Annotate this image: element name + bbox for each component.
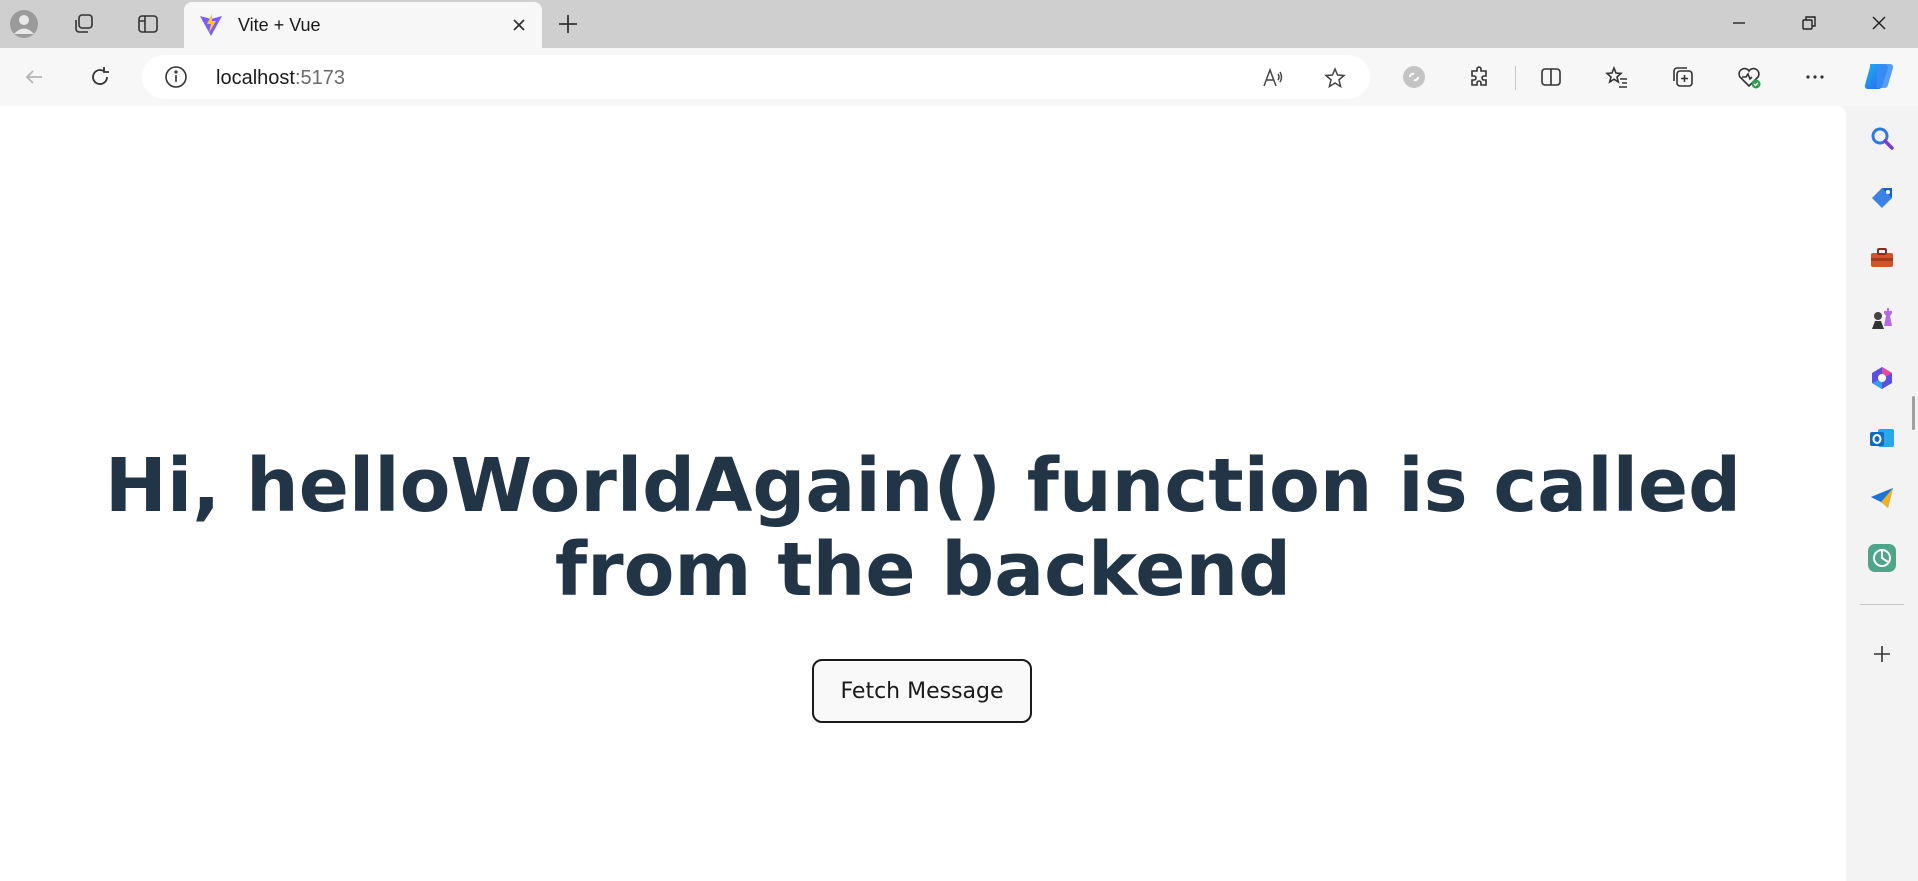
tab-bar: Vite + Vue bbox=[0, 0, 1918, 48]
split-screen-icon[interactable] bbox=[1531, 57, 1571, 97]
address-bar[interactable]: localhost:5173 bbox=[142, 55, 1370, 99]
address-url[interactable]: localhost:5173 bbox=[216, 67, 345, 90]
add-icon[interactable] bbox=[1864, 636, 1900, 672]
extensions-icon[interactable] bbox=[1460, 57, 1500, 97]
scrollbar-indicator[interactable] bbox=[1912, 396, 1915, 430]
favorites-icon[interactable] bbox=[1597, 57, 1637, 97]
vite-favicon-icon bbox=[200, 14, 222, 36]
tab-title: Vite + Vue bbox=[238, 15, 321, 35]
url-host: localhost bbox=[216, 67, 295, 89]
tools-icon[interactable] bbox=[1864, 240, 1900, 276]
sidebar-separator bbox=[1860, 604, 1904, 605]
page-heading: Hi, helloWorldAgain() function is called… bbox=[104, 443, 1742, 613]
info-icon[interactable] bbox=[164, 65, 188, 89]
page-viewport: Hi, helloWorldAgain() function is called… bbox=[0, 106, 1846, 881]
favorite-star-icon[interactable] bbox=[1318, 61, 1352, 95]
url-port: :5173 bbox=[294, 67, 345, 89]
telegram-icon[interactable] bbox=[1864, 480, 1900, 516]
browser-essentials-icon[interactable] bbox=[1729, 57, 1769, 97]
new-tab-icon[interactable] bbox=[550, 6, 586, 42]
fetch-message-button[interactable]: Fetch Message bbox=[812, 659, 1032, 723]
browser-toolbar: localhost:5173 bbox=[0, 48, 1918, 106]
shopping-icon[interactable] bbox=[1864, 180, 1900, 216]
restore-icon[interactable] bbox=[1774, 0, 1844, 46]
read-aloud-icon[interactable] bbox=[1256, 61, 1290, 95]
toolbar-separator bbox=[1515, 66, 1516, 90]
back-icon[interactable] bbox=[14, 57, 54, 97]
copilot-icon[interactable] bbox=[1860, 56, 1900, 96]
search-icon[interactable] bbox=[1864, 120, 1900, 156]
chatgpt-icon[interactable] bbox=[1864, 540, 1900, 576]
collections-icon[interactable] bbox=[1663, 57, 1703, 97]
refresh-icon[interactable] bbox=[80, 57, 120, 97]
outlook-icon[interactable] bbox=[1864, 420, 1900, 456]
close-icon[interactable] bbox=[504, 10, 534, 40]
vertical-tabs-icon[interactable] bbox=[130, 6, 166, 42]
workspaces-icon[interactable] bbox=[66, 6, 102, 42]
minimize-icon[interactable] bbox=[1704, 0, 1774, 46]
close-window-icon[interactable] bbox=[1844, 0, 1914, 46]
edge-sidebar bbox=[1846, 106, 1918, 881]
extension-icon[interactable] bbox=[1394, 57, 1434, 97]
profile-icon[interactable] bbox=[6, 6, 42, 42]
microsoft-365-icon[interactable] bbox=[1864, 360, 1900, 396]
games-icon[interactable] bbox=[1864, 300, 1900, 336]
more-icon[interactable] bbox=[1795, 57, 1835, 97]
tab-active[interactable]: Vite + Vue bbox=[184, 2, 542, 48]
